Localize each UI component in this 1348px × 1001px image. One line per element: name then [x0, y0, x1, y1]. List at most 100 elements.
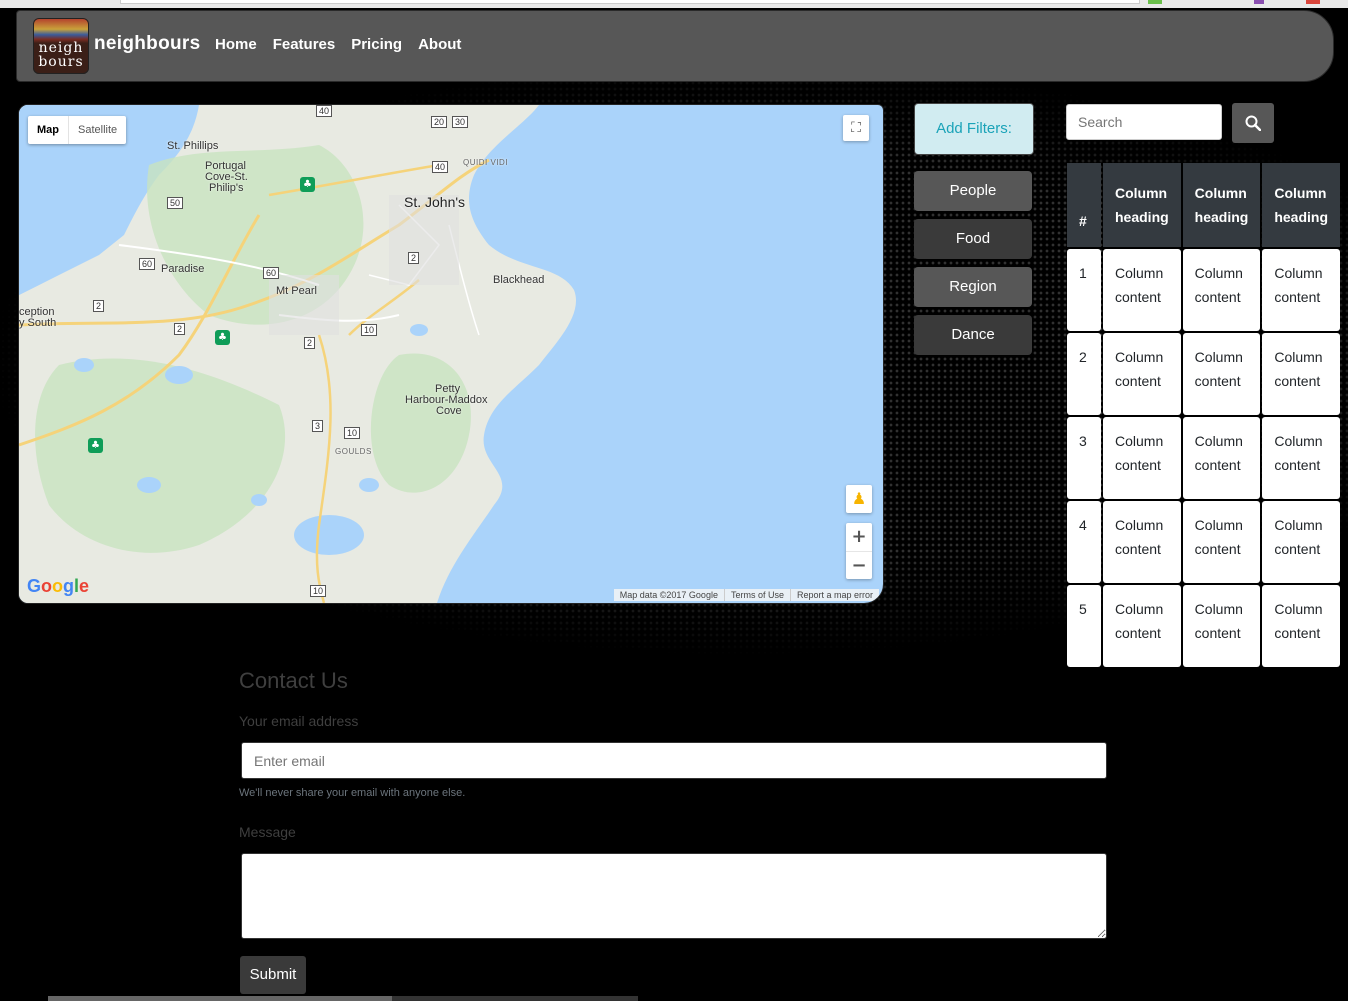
- zoom-control: + −: [846, 523, 872, 579]
- fullscreen-icon[interactable]: ⛶: [843, 115, 869, 141]
- park-icon[interactable]: ♣: [215, 330, 230, 345]
- table-cell: Column content: [1182, 333, 1261, 415]
- table-cell: Column content: [1103, 417, 1181, 499]
- table-cell: 4: [1067, 501, 1101, 583]
- table-cell: Column content: [1103, 585, 1181, 667]
- table-header: #: [1067, 163, 1101, 247]
- table-cell: Column content: [1182, 501, 1261, 583]
- highway-shield: 60: [139, 258, 156, 270]
- map-label: Cove: [436, 405, 462, 417]
- table-row[interactable]: 2 Column content Column content Column c…: [1067, 333, 1341, 415]
- table-row[interactable]: 1 Column content Column content Column c…: [1067, 249, 1341, 331]
- nav-links: Home Features Pricing About: [215, 36, 461, 53]
- zoom-out-button[interactable]: −: [846, 552, 872, 580]
- email-field[interactable]: [241, 742, 1107, 779]
- highway-shield: 2: [408, 252, 420, 264]
- table-header: Column heading: [1262, 163, 1341, 247]
- park-icon[interactable]: ♣: [300, 177, 315, 192]
- table-cell: Column content: [1262, 417, 1341, 499]
- extension-icon[interactable]: [1306, 0, 1320, 4]
- results-table: # Column heading Column heading Column h…: [1065, 161, 1342, 669]
- message-textarea[interactable]: [241, 853, 1107, 939]
- highway-shield: 40: [316, 105, 333, 117]
- highway-shield: 2: [304, 337, 316, 349]
- table-cell: 5: [1067, 585, 1101, 667]
- park-icon[interactable]: ♣: [88, 438, 103, 453]
- map-attribution: Map data ©2017 Google Terms of Use Repor…: [613, 589, 879, 601]
- browser-chrome-strip: [0, 0, 1348, 8]
- scrollbar-thumb[interactable]: [48, 996, 392, 1001]
- table-cell: 3: [1067, 417, 1101, 499]
- filter-food-button[interactable]: Food: [914, 219, 1032, 259]
- table-cell: Column content: [1262, 249, 1341, 331]
- table-cell: Column content: [1262, 333, 1341, 415]
- highway-shield: 2: [174, 323, 186, 335]
- table-row[interactable]: 4 Column content Column content Column c…: [1067, 501, 1341, 583]
- map-type-control: Map Satellite: [28, 116, 127, 144]
- submit-button[interactable]: Submit: [240, 956, 306, 994]
- table-cell: 2: [1067, 333, 1101, 415]
- table-cell: Column content: [1103, 333, 1181, 415]
- highway-shield: 10: [361, 324, 378, 336]
- contact-title: Contact Us: [239, 668, 348, 693]
- highway-shield: 10: [344, 427, 361, 439]
- email-label: Your email address: [239, 713, 359, 729]
- extension-icon[interactable]: [1148, 0, 1162, 4]
- map-label: Blackhead: [493, 274, 545, 286]
- map-label: y South: [19, 317, 57, 329]
- table-cell: Column content: [1103, 249, 1181, 331]
- map-land-layer: [19, 105, 576, 603]
- table-cell: Column content: [1182, 417, 1261, 499]
- table-cell: Column content: [1262, 585, 1341, 667]
- table-row[interactable]: 3 Column content Column content Column c…: [1067, 417, 1341, 499]
- map-label: QUIDI VIDI: [463, 158, 509, 167]
- map-label: Paradise: [161, 263, 205, 275]
- google-logo: Google: [27, 576, 90, 596]
- table-header-row: # Column heading Column heading Column h…: [1067, 163, 1341, 247]
- address-bar[interactable]: [120, 0, 1140, 4]
- nav-pricing[interactable]: Pricing: [351, 36, 402, 53]
- table-row[interactable]: 5 Column content Column content Column c…: [1067, 585, 1341, 667]
- filter-region-button[interactable]: Region: [914, 267, 1032, 307]
- map-widget[interactable]: Map Satellite ⛶ ♟ + − St. Phillips Portu…: [18, 104, 884, 604]
- highway-shield: 30: [452, 116, 469, 128]
- table-cell: Column content: [1182, 249, 1261, 331]
- brand-name[interactable]: neighbours: [94, 33, 200, 55]
- horizontal-scrollbar[interactable]: [48, 996, 638, 1001]
- map-label: Philip's: [209, 182, 244, 194]
- logo-text-line2: bours: [38, 54, 84, 70]
- highway-shield: 60: [263, 267, 280, 279]
- search-input[interactable]: [1066, 104, 1222, 140]
- terms-of-use-link[interactable]: Terms of Use: [725, 589, 791, 601]
- search-icon: [1245, 115, 1261, 131]
- add-filters-title: Add Filters:: [914, 103, 1034, 155]
- navbar: neigh bours neighbours Home Features Pri…: [16, 10, 1334, 82]
- zoom-in-button[interactable]: +: [846, 523, 872, 552]
- map-label: Mt Pearl: [276, 285, 317, 297]
- table-header: Column heading: [1182, 163, 1261, 247]
- filter-dance-button[interactable]: Dance: [914, 315, 1032, 355]
- neighbours-logo[interactable]: neigh bours: [33, 18, 89, 74]
- report-map-error-link[interactable]: Report a map error: [791, 589, 879, 601]
- search-button[interactable]: [1232, 103, 1274, 143]
- nav-features[interactable]: Features: [273, 36, 336, 53]
- map-type-satellite[interactable]: Satellite: [69, 116, 126, 144]
- table-cell: Column content: [1262, 501, 1341, 583]
- highway-shield: 3: [312, 420, 324, 432]
- highway-shield: 20: [431, 116, 448, 128]
- table-cell: Column content: [1103, 501, 1181, 583]
- highway-shield: 2: [93, 300, 105, 312]
- table-header: Column heading: [1103, 163, 1181, 247]
- email-help-text: We'll never share your email with anyone…: [239, 787, 466, 799]
- nav-home[interactable]: Home: [215, 36, 257, 53]
- table-cell: Column content: [1182, 585, 1261, 667]
- message-label: Message: [239, 824, 296, 840]
- map-data-credit: Map data ©2017 Google: [614, 589, 725, 601]
- extension-icon[interactable]: [1254, 0, 1264, 4]
- filter-people-button[interactable]: People: [914, 171, 1032, 211]
- map-label: GOULDS: [335, 447, 372, 456]
- street-view-pegman-icon[interactable]: ♟: [846, 485, 872, 513]
- highway-shield: 10: [310, 585, 327, 597]
- map-type-map[interactable]: Map: [28, 116, 69, 144]
- nav-about[interactable]: About: [418, 36, 461, 53]
